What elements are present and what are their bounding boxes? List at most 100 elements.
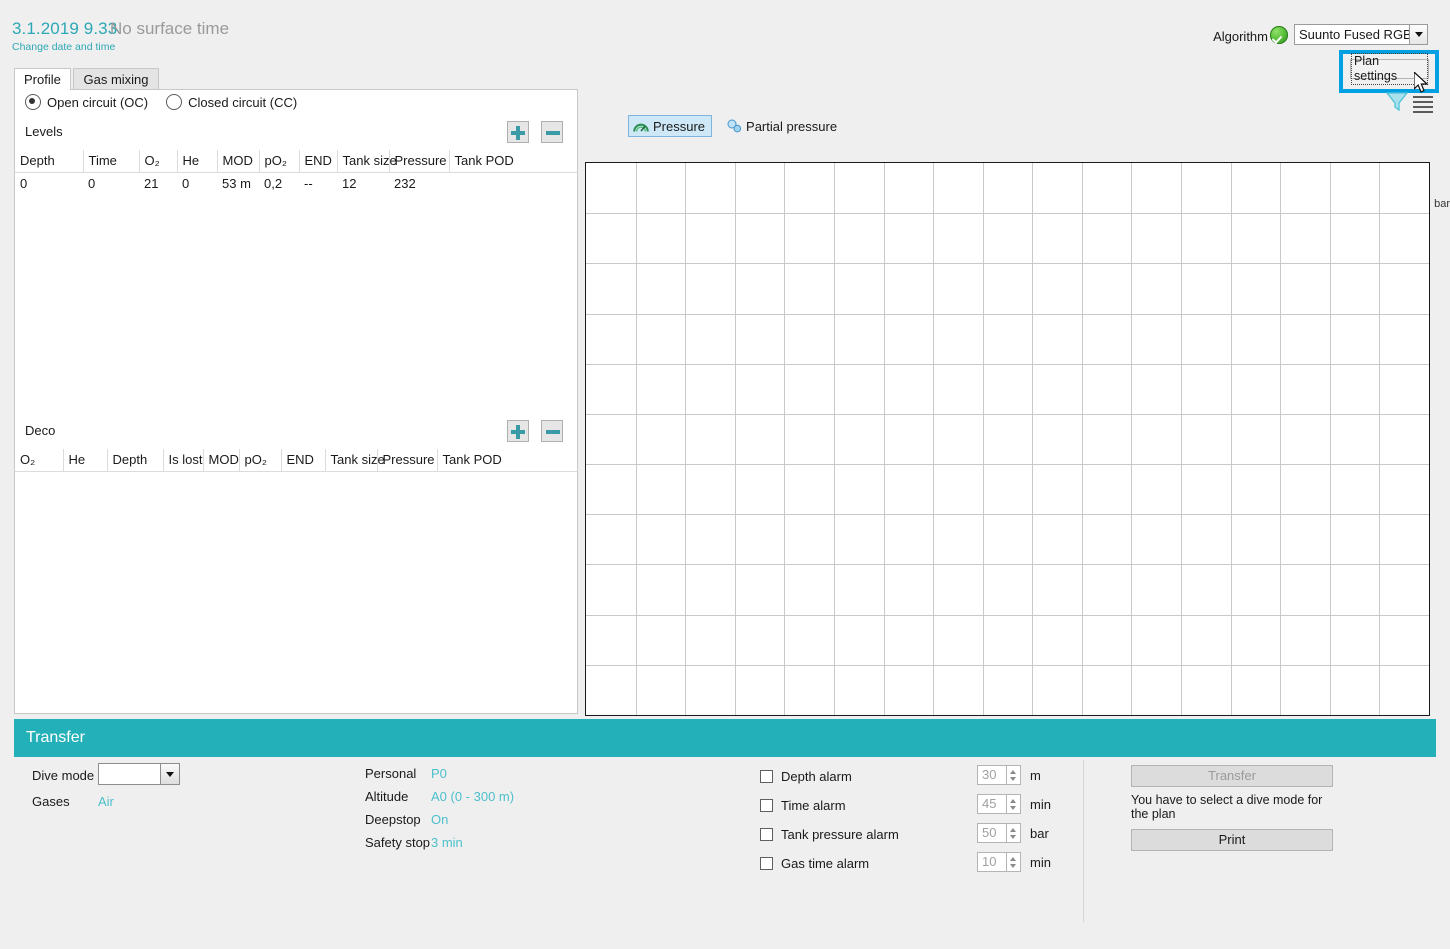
altitude-label: Altitude [365,789,408,804]
deco-add-button[interactable] [507,420,529,442]
levels-table: Depth Time O₂ He MOD pO₂ END Tank size P… [15,150,577,195]
levels-cell-o2[interactable]: 21 [139,173,177,196]
levels-col-depth[interactable]: Depth [15,150,83,173]
deco-col-end[interactable]: END [281,449,325,472]
tank-pressure-alarm-row[interactable]: Tank pressure alarm [760,827,899,842]
levels-col-tank-pod[interactable]: Tank POD [449,150,577,173]
plot-vertical-gridline [784,163,785,715]
funnel-icon[interactable] [1385,92,1409,112]
change-date-and-time-link[interactable]: Change date and time [12,41,115,53]
gas-time-alarm-stepper[interactable] [1007,852,1021,872]
tank-pressure-alarm-unit: bar [1030,826,1049,841]
levels-cell-he[interactable]: 0 [177,173,217,196]
plot-vertical-gridline [735,163,736,715]
deco-section-header: Deco [15,417,577,447]
plot-horizontal-gridline [586,414,1429,415]
tank-pressure-alarm-input[interactable]: 50 [977,823,1007,843]
deco-remove-button[interactable] [541,420,563,442]
deco-col-depth[interactable]: Depth [107,449,163,472]
algorithm-select[interactable]: Suunto Fused RGBM [1294,24,1428,45]
time-alarm-label: Time alarm [781,798,846,813]
transfer-header-bar: Transfer [14,719,1436,757]
algorithm-label: Algorithm [1213,29,1268,44]
levels-col-he[interactable]: He [177,150,217,173]
altitude-value[interactable]: A0 (0 - 300 m) [431,789,514,804]
deco-col-is-lost[interactable]: Is lost [163,449,203,472]
tab-strip: Profile Gas mixing [14,68,158,90]
plot-vertical-gridline [1032,163,1033,715]
radio-open-circuit[interactable] [25,94,41,110]
plot-vertical-gridline [1280,163,1281,715]
levels-col-pressure[interactable]: Pressure [389,150,449,173]
circuit-radio-group: Open circuit (OC) Closed circuit (CC) [25,94,315,110]
plot-horizontal-gridline [586,263,1429,264]
print-button[interactable]: Print [1131,829,1333,851]
levels-col-end[interactable]: END [299,150,337,173]
plot-vertical-gridline [1131,163,1132,715]
levels-col-mod[interactable]: MOD [217,150,259,173]
radio-open-circuit-label: Open circuit (OC) [47,95,148,110]
deco-col-tank-pod[interactable]: Tank POD [437,449,577,472]
levels-cell-tank-size[interactable]: 12 [337,173,389,196]
deco-col-o2[interactable]: O₂ [15,449,63,472]
table-row[interactable]: 0 0 21 0 53 m 0,2 -- 12 232 [15,173,577,196]
plot-vertical-gridline [1379,163,1380,715]
deco-col-tank-size[interactable]: Tank size [325,449,377,472]
levels-col-o2[interactable]: O₂ [139,150,177,173]
depth-alarm-input[interactable]: 30 [977,765,1007,785]
tank-pressure-alarm-stepper[interactable] [1007,823,1021,843]
deco-col-mod[interactable]: MOD [203,449,239,472]
hamburger-menu-icon[interactable] [1413,96,1433,116]
dive-mode-select[interactable] [98,763,180,785]
depth-alarm-stepper[interactable] [1007,765,1021,785]
plot-vertical-gridline [636,163,637,715]
bubbles-icon [727,119,742,133]
transfer-button[interactable]: Transfer [1131,765,1333,787]
radio-closed-circuit[interactable] [166,94,182,110]
time-alarm-checkbox[interactable] [760,799,773,812]
levels-col-tank-size[interactable]: Tank size [337,150,389,173]
tank-pressure-alarm-checkbox[interactable] [760,828,773,841]
plot-horizontal-gridline [586,213,1429,214]
deco-col-he[interactable]: He [63,449,107,472]
toggle-partial-pressure[interactable]: Partial pressure [723,115,843,137]
deco-col-po2[interactable]: pO₂ [239,449,281,472]
gas-time-alarm-checkbox[interactable] [760,857,773,870]
gas-time-alarm-row[interactable]: Gas time alarm [760,856,869,871]
levels-cell-tank-pod[interactable] [449,173,577,196]
personal-value[interactable]: P0 [431,766,447,781]
gases-value[interactable]: Air [98,794,114,809]
chevron-down-icon[interactable] [160,764,179,784]
personal-label: Personal [365,766,416,781]
dive-profile-plot[interactable] [585,162,1430,716]
surface-time-label: No surface time [110,19,229,39]
safety-stop-value[interactable]: 3 min [431,835,463,850]
time-alarm-stepper[interactable] [1007,794,1021,814]
tab-profile[interactable]: Profile [14,68,71,90]
levels-remove-button[interactable] [541,121,563,143]
plot-vertical-gridline [884,163,885,715]
deco-table: O₂ He Depth Is lost MOD pO₂ END Tank siz… [15,449,577,472]
time-alarm-input[interactable]: 45 [977,794,1007,814]
gas-time-alarm-input[interactable]: 10 [977,852,1007,872]
levels-col-time[interactable]: Time [83,150,139,173]
depth-alarm-row[interactable]: Depth alarm [760,769,852,784]
profile-panel: Open circuit (OC) Closed circuit (CC) Le… [14,89,578,714]
levels-add-button[interactable] [507,121,529,143]
depth-alarm-checkbox[interactable] [760,770,773,783]
tab-gas-mixing[interactable]: Gas mixing [73,68,158,90]
levels-cell-pressure[interactable]: 232 [389,173,449,196]
deco-col-pressure[interactable]: Pressure [377,449,437,472]
time-alarm-row[interactable]: Time alarm [760,798,846,813]
plot-vertical-gridline [1231,163,1232,715]
levels-cell-time[interactable]: 0 [83,173,139,196]
levels-cell-mod: 53 m [217,173,259,196]
levels-col-po2[interactable]: pO₂ [259,150,299,173]
deepstop-value[interactable]: On [431,812,448,827]
toggle-partial-pressure-label: Partial pressure [746,119,837,134]
chart-view-toggle-group: Pressure Partial pressure [628,115,843,137]
toggle-pressure[interactable]: Pressure [628,115,712,137]
levels-table-header-row: Depth Time O₂ He MOD pO₂ END Tank size P… [15,150,577,173]
chevron-down-icon[interactable] [1409,25,1427,44]
levels-cell-depth[interactable]: 0 [15,173,83,196]
